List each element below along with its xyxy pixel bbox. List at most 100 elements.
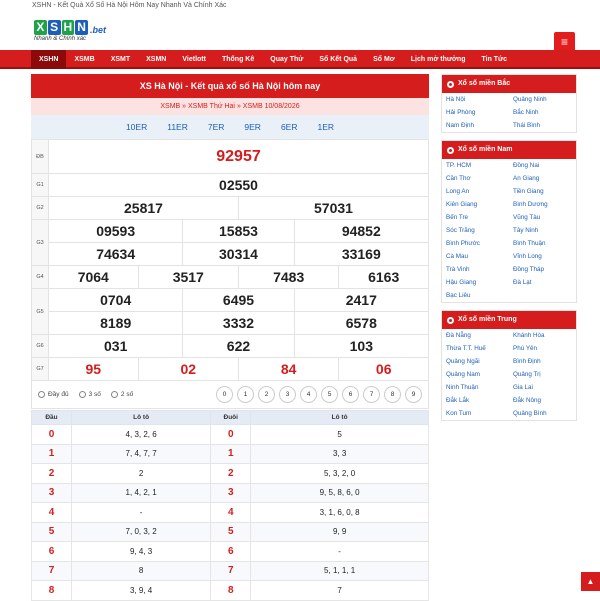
province-link[interactable]: Cà Mau xyxy=(442,250,509,263)
prize-number: 84 xyxy=(237,357,340,381)
province-link[interactable]: Vĩnh Long xyxy=(509,250,576,263)
province-link[interactable]: Bạc Liêu xyxy=(442,289,509,302)
province-link[interactable]: Bến Tre xyxy=(442,211,509,224)
breadcrumb-link[interactable]: XSMB Thứ Hai xyxy=(188,103,235,110)
digit-button[interactable]: 8 xyxy=(384,386,401,403)
header: X S H N .bet Nhanh & Chính xác ≡ xyxy=(0,12,600,53)
digit-button[interactable]: 5 xyxy=(321,386,338,403)
province-link[interactable]: Bắc Ninh xyxy=(509,106,576,119)
prize-label: ĐB xyxy=(31,139,49,174)
digit-button[interactable]: 2 xyxy=(258,386,275,403)
province-link[interactable]: Bình Phước xyxy=(442,237,509,250)
nav-xsmt[interactable]: XSMT xyxy=(103,50,138,69)
province-link[interactable]: Bình Định xyxy=(509,355,576,368)
nav-lich-mo-thuong[interactable]: Lịch mở thưởng xyxy=(403,50,474,69)
nav-so-mo[interactable]: Sổ Mơ xyxy=(365,50,403,69)
province-link[interactable]: Sóc Trăng xyxy=(442,224,509,237)
province-link[interactable]: Vũng Tàu xyxy=(509,211,576,224)
radio-circle-icon xyxy=(38,391,45,398)
province-link[interactable]: Tây Ninh xyxy=(509,224,576,237)
prize-number: 031 xyxy=(47,334,184,358)
province-link[interactable]: Đà Lạt xyxy=(509,276,576,289)
digit-button[interactable]: 3 xyxy=(279,386,296,403)
head-digit: 8 xyxy=(31,580,72,601)
prize-label: G3 xyxy=(31,219,49,266)
radio-label: 2 số xyxy=(120,391,134,398)
province-link[interactable]: Phú Yên xyxy=(509,342,576,355)
province-link[interactable]: Kon Tum xyxy=(442,407,509,420)
nav-vietlott[interactable]: Vietlott xyxy=(174,50,214,69)
province-link[interactable]: Gia Lai xyxy=(509,381,576,394)
nav-so-ket-qua[interactable]: Sổ Kết Quả xyxy=(311,50,365,69)
province-link[interactable]: Đà Nẵng xyxy=(442,329,509,342)
province-link[interactable]: Đắk Nông xyxy=(509,394,576,407)
table-row: 0 4, 3, 2, 605 xyxy=(31,424,429,445)
nav-xsmn[interactable]: XSMN xyxy=(138,50,174,69)
province-link[interactable]: Bình Dương xyxy=(509,198,576,211)
province-link[interactable]: Quảng Trị xyxy=(509,368,576,381)
loto-values: 2 xyxy=(70,463,212,484)
radio-3-digits[interactable]: 3 số xyxy=(78,391,101,398)
breadcrumb-link[interactable]: XSMB xyxy=(160,103,180,110)
province-link[interactable]: Cần Thơ xyxy=(442,172,509,185)
province-link[interactable]: Hải Phòng xyxy=(442,106,509,119)
radio-2-digits[interactable]: 2 số xyxy=(110,391,134,398)
province-link[interactable]: Trà Vinh xyxy=(442,263,509,276)
province-link[interactable]: Quảng Bình xyxy=(509,407,576,420)
prize-label: G2 xyxy=(31,196,49,220)
nav-thong-ke[interactable]: Thống Kê xyxy=(214,50,262,69)
region-header: Xổ số miền Nam xyxy=(442,141,576,159)
province-link[interactable]: Đồng Nai xyxy=(509,159,576,172)
province-link[interactable]: Kiên Giang xyxy=(442,198,509,211)
digit-button[interactable]: 0 xyxy=(216,386,233,403)
nav-tin-tuc[interactable]: Tin Tức xyxy=(473,50,515,69)
table-row: 7 8 7 5, 1, 1, 1 xyxy=(31,560,429,581)
site-logo[interactable]: X S H N .bet Nhanh & Chính xác xyxy=(34,20,106,50)
province-link[interactable]: Quảng Ngãi xyxy=(442,355,509,368)
province-link[interactable]: Thái Bình xyxy=(509,119,576,132)
prize-number: 6163 xyxy=(338,265,429,289)
region-box-bac: Xổ số miền Bắc Hà Nội Quảng Ninh Hải Phò… xyxy=(441,74,577,133)
province-link[interactable]: Đồng Tháp xyxy=(509,263,576,276)
province-link[interactable]: Long An xyxy=(442,185,509,198)
province-link[interactable]: An Giang xyxy=(509,172,576,185)
column-header: Lô tô xyxy=(70,410,212,425)
province-link[interactable]: Bình Thuận xyxy=(509,237,576,250)
province-link[interactable]: Nam Định xyxy=(442,119,509,132)
column-header: Lô tô xyxy=(250,410,429,425)
logo-letter: S xyxy=(47,20,61,35)
radio-full[interactable]: Đầy đủ xyxy=(38,391,69,398)
province-link[interactable]: Quảng Nam xyxy=(442,368,509,381)
nav-xshn[interactable]: XSHN xyxy=(31,50,67,69)
province-link[interactable]: Hà Nội xyxy=(442,93,509,106)
digit-button[interactable]: 1 xyxy=(237,386,254,403)
province-list: TP. HCM Đồng Nai Cần Thơ An Giang Long A… xyxy=(442,159,576,302)
head-digit: 0 xyxy=(31,424,72,445)
arrow-up-icon[interactable]: ▲ xyxy=(581,572,600,591)
loto-table: Đầu Lô tô Đuôi Lô tô 0 4, 3, 2, 605 1 7, 4… xyxy=(31,410,429,601)
province-link[interactable]: Tiền Giang xyxy=(509,185,576,198)
ticket-code: 9ER xyxy=(244,122,261,132)
province-list: Hà Nội Quảng Ninh Hải Phòng Bắc Ninh Nam… xyxy=(442,93,576,132)
digit-button[interactable]: 4 xyxy=(300,386,317,403)
province-link[interactable]: Ninh Thuận xyxy=(442,381,509,394)
breadcrumb-current[interactable]: XSMB 10/08/2026 xyxy=(243,103,300,110)
province-link[interactable]: Đắk Lắk xyxy=(442,394,509,407)
ticket-code: 10ER xyxy=(125,122,148,132)
nav-quay-thu[interactable]: Quay Thử xyxy=(262,50,311,69)
ticket-codes: 10ER 11ER 7ER 9ER 6ER 1ER xyxy=(31,115,429,139)
province-link[interactable]: Khánh Hòa xyxy=(509,329,576,342)
province-link[interactable]: Thừa T.T. Huế xyxy=(442,342,509,355)
digit-button[interactable]: 6 xyxy=(342,386,359,403)
prize-number: 30314 xyxy=(182,242,295,266)
province-link[interactable]: Hậu Giang xyxy=(442,276,509,289)
province-link[interactable]: TP. HCM xyxy=(442,159,509,172)
digit-button[interactable]: 7 xyxy=(363,386,380,403)
nav-xsmb[interactable]: XSMB xyxy=(66,50,102,69)
digit-button[interactable]: 9 xyxy=(405,386,422,403)
table-row: 1 7, 4, 7, 7 1 3, 3 xyxy=(31,443,429,464)
main-nav: XSHN XSMB XSMT XSMN Vietlott Thống Kê Qu… xyxy=(0,50,600,69)
column-header: Đầu xyxy=(31,410,72,425)
loto-values: 1, 4, 2, 1 xyxy=(70,482,212,503)
province-link[interactable]: Quảng Ninh xyxy=(509,93,576,106)
